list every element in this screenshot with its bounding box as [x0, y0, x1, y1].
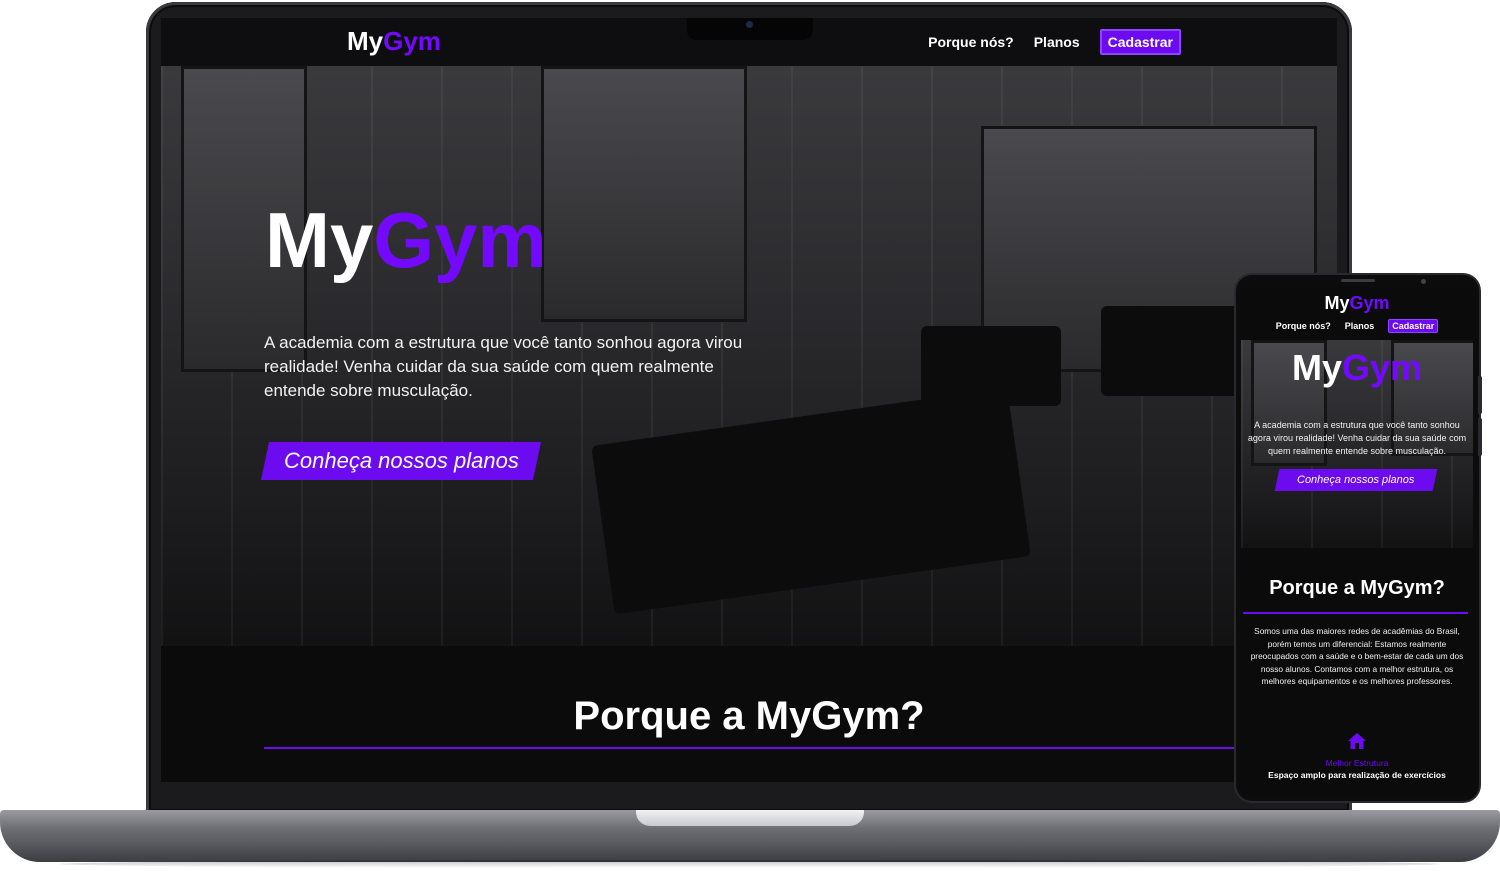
nav-links: Porque nós? Planos Cadastrar	[928, 29, 1181, 55]
mobile-plans-cta-label: Conheça nossos planos	[1297, 474, 1415, 486]
mobile-brand-logo[interactable]: MyGym	[1241, 293, 1473, 314]
hero-description: A academia com a estrutura que você tant…	[264, 333, 743, 400]
mobile-nav-link-porque[interactable]: Porque nós?	[1276, 321, 1331, 331]
phone-side-button	[1478, 376, 1482, 414]
phone-speaker	[1341, 279, 1375, 282]
mobile-register-button[interactable]: Cadastrar	[1388, 319, 1439, 333]
laptop-shadow	[60, 860, 1440, 868]
mobile-hero-title: MyGym	[1241, 350, 1473, 386]
plans-cta-label: Conheça nossos planos	[283, 448, 519, 473]
mobile-why-title: Porque a MyGym?	[1269, 577, 1445, 599]
why-title: Porque a MyGym?	[573, 694, 925, 738]
laptop-base-groove	[636, 810, 864, 826]
feature-text: Espaço amplo para realização de exercíci…	[1268, 770, 1446, 780]
mobile-hero-section: MyGym A academia com a estrutura que voc…	[1241, 340, 1473, 548]
mobile-brand-part1: My	[1324, 293, 1350, 313]
mobile-hero-title-part1: My	[1291, 347, 1342, 388]
mobile-nav-links: Porque nós? Planos Cadastrar	[1241, 319, 1473, 333]
why-divider	[264, 747, 1337, 749]
mobile-brand-part2: Gym	[1349, 293, 1390, 313]
brand-logo[interactable]: MyGym	[347, 26, 441, 57]
nav-link-planos[interactable]: Planos	[1034, 34, 1080, 50]
hero-bg-machine	[591, 387, 1031, 615]
desktop-screen: MyGym Porque nós? Planos Cadastrar MyGym…	[161, 18, 1337, 782]
hero-bg-machine	[921, 326, 1061, 406]
house-icon	[1348, 733, 1366, 749]
laptop-notch	[687, 18, 813, 40]
brand-part2: Gym	[383, 26, 441, 56]
mobile-screen: MyGym Porque nós? Planos Cadastrar MyGym…	[1241, 287, 1473, 794]
brand-part1: My	[347, 26, 384, 56]
mobile-hero-description: A academia com a estrutura que você tant…	[1247, 420, 1467, 456]
hero-title-part1: My	[265, 196, 374, 284]
hero-bg-window	[541, 66, 747, 322]
mobile-hero-title-part2: Gym	[1341, 347, 1423, 388]
hero-section: MyGym A academia com a estrutura que voc…	[161, 66, 1337, 646]
hero-title: MyGym	[265, 201, 547, 279]
mobile-why-text: Somos uma das maiores redes de acadêmias…	[1250, 626, 1464, 687]
phone-camera-icon	[1421, 279, 1426, 284]
mobile-nav-link-planos[interactable]: Planos	[1345, 321, 1375, 331]
nav-link-porque[interactable]: Porque nós?	[928, 34, 1014, 50]
phone-side-button	[1478, 418, 1482, 456]
feature-title: Melhor Estrutura	[1325, 758, 1389, 768]
camera-icon	[746, 21, 753, 28]
hero-title-part2: Gym	[373, 196, 547, 284]
plans-cta-button[interactable]: Conheça nossos planos	[260, 442, 542, 480]
mobile-why-divider	[1243, 612, 1468, 614]
register-button[interactable]: Cadastrar	[1099, 29, 1181, 55]
mobile-plans-cta-button[interactable]: Conheça nossos planos	[1274, 469, 1438, 491]
